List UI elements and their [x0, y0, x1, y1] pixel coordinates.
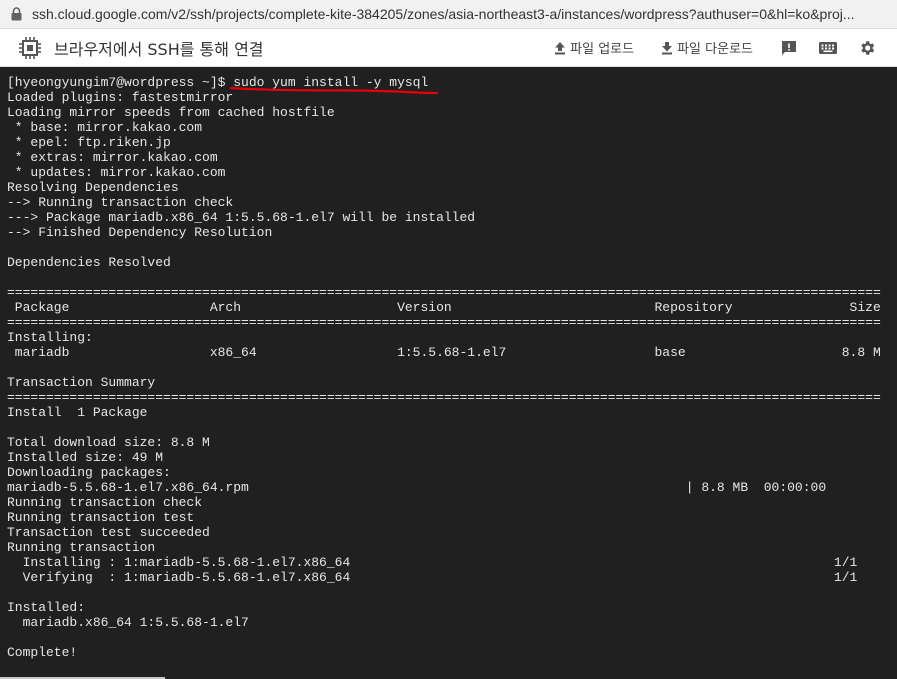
terminal-line: Dependencies Resolved [7, 255, 171, 270]
lock-icon [9, 6, 23, 22]
download-icon [662, 41, 673, 54]
terminal-line: mariadb x86_64 1:5.5.68-1.el7 base 8.8 M [7, 345, 881, 360]
terminal-line: ---> Package mariadb.x86_64 1:5.5.68-1.e… [7, 210, 476, 225]
terminal-output[interactable]: [hyeongyungim7@wordpress ~]$ sudo yum in… [0, 67, 897, 679]
terminal-line: Installed: [7, 600, 86, 615]
terminal-line: Installing: [7, 330, 93, 345]
download-file-label: 파일 다운로드 [677, 42, 753, 57]
terminal-line: Package Arch Version Repository Size [7, 300, 881, 315]
terminal-line: Loading mirror speeds from cached hostfi… [7, 105, 335, 120]
terminal-text: [hyeongyungim7@wordpress ~]$ sudo yum in… [7, 75, 897, 660]
settings-icon [861, 40, 875, 55]
terminal-line: ========================================… [7, 315, 881, 330]
terminal-line: Transaction Summary [7, 375, 156, 390]
terminal-line: Downloading packages: [7, 465, 171, 480]
terminal-line: ========================================… [7, 390, 881, 405]
terminal-line: Installed size: 49 M [7, 450, 164, 465]
terminal-line: Total download size: 8.8 M [7, 435, 210, 450]
keyboard-icon [819, 41, 837, 54]
upload-file-label: 파일 업로드 [570, 42, 635, 57]
terminal-line: * epel: ftp.riken.jp [7, 135, 171, 150]
terminal-line: mariadb-5.5.68-1.el7.x86_64.rpm | 8.8 MB… [7, 480, 827, 495]
terminal-line: Resolving Dependencies [7, 180, 179, 195]
terminal-line: Verifying : 1:mariadb-5.5.68-1.el7.x86_6… [7, 570, 858, 585]
terminal-line: Running transaction test [7, 510, 195, 525]
upload-file-button[interactable]: 파일 업로드 [553, 38, 634, 57]
terminal-line: Complete! [7, 645, 78, 660]
address-bar[interactable]: ssh.cloud.google.com/v2/ssh/projects/com… [0, 0, 897, 29]
terminal-line: Running transaction check [7, 495, 203, 510]
terminal-line: --> Running transaction check [7, 195, 234, 210]
terminal-line: * base: mirror.kakao.com [7, 120, 203, 135]
chip-icon [17, 35, 43, 61]
terminal-line: Loaded plugins: fastestmirror [7, 90, 234, 105]
url-text[interactable]: ssh.cloud.google.com/v2/ssh/projects/com… [32, 6, 897, 22]
terminal-line: ========================================… [7, 285, 881, 300]
feedback-icon [782, 40, 796, 55]
upload-icon [555, 41, 566, 54]
terminal-line: [hyeongyungim7@wordpress ~]$ sudo yum in… [7, 75, 429, 90]
download-file-button[interactable]: 파일 다운로드 [660, 38, 753, 57]
feedback-button[interactable] [779, 38, 799, 58]
terminal-line: Running transaction [7, 540, 156, 555]
terminal-line: Transaction test succeeded [7, 525, 210, 540]
terminal-line: * updates: mirror.kakao.com [7, 165, 226, 180]
terminal-line: mariadb.x86_64 1:5.5.68-1.el7 [7, 615, 249, 630]
keyboard-button[interactable] [818, 38, 838, 58]
settings-button[interactable] [857, 38, 877, 58]
terminal-line: * extras: mirror.kakao.com [7, 150, 218, 165]
page-title: 브라우저에서 SSH를 통해 연결 [54, 39, 264, 59]
terminal-line: Installing : 1:mariadb-5.5.68-1.el7.x86_… [7, 555, 858, 570]
terminal-line: Install 1 Package [7, 405, 148, 420]
terminal-line: --> Finished Dependency Resolution [7, 225, 273, 240]
ssh-toolbar: 브라우저에서 SSH를 통해 연결 파일 업로드 파일 다운로드 [0, 29, 897, 67]
